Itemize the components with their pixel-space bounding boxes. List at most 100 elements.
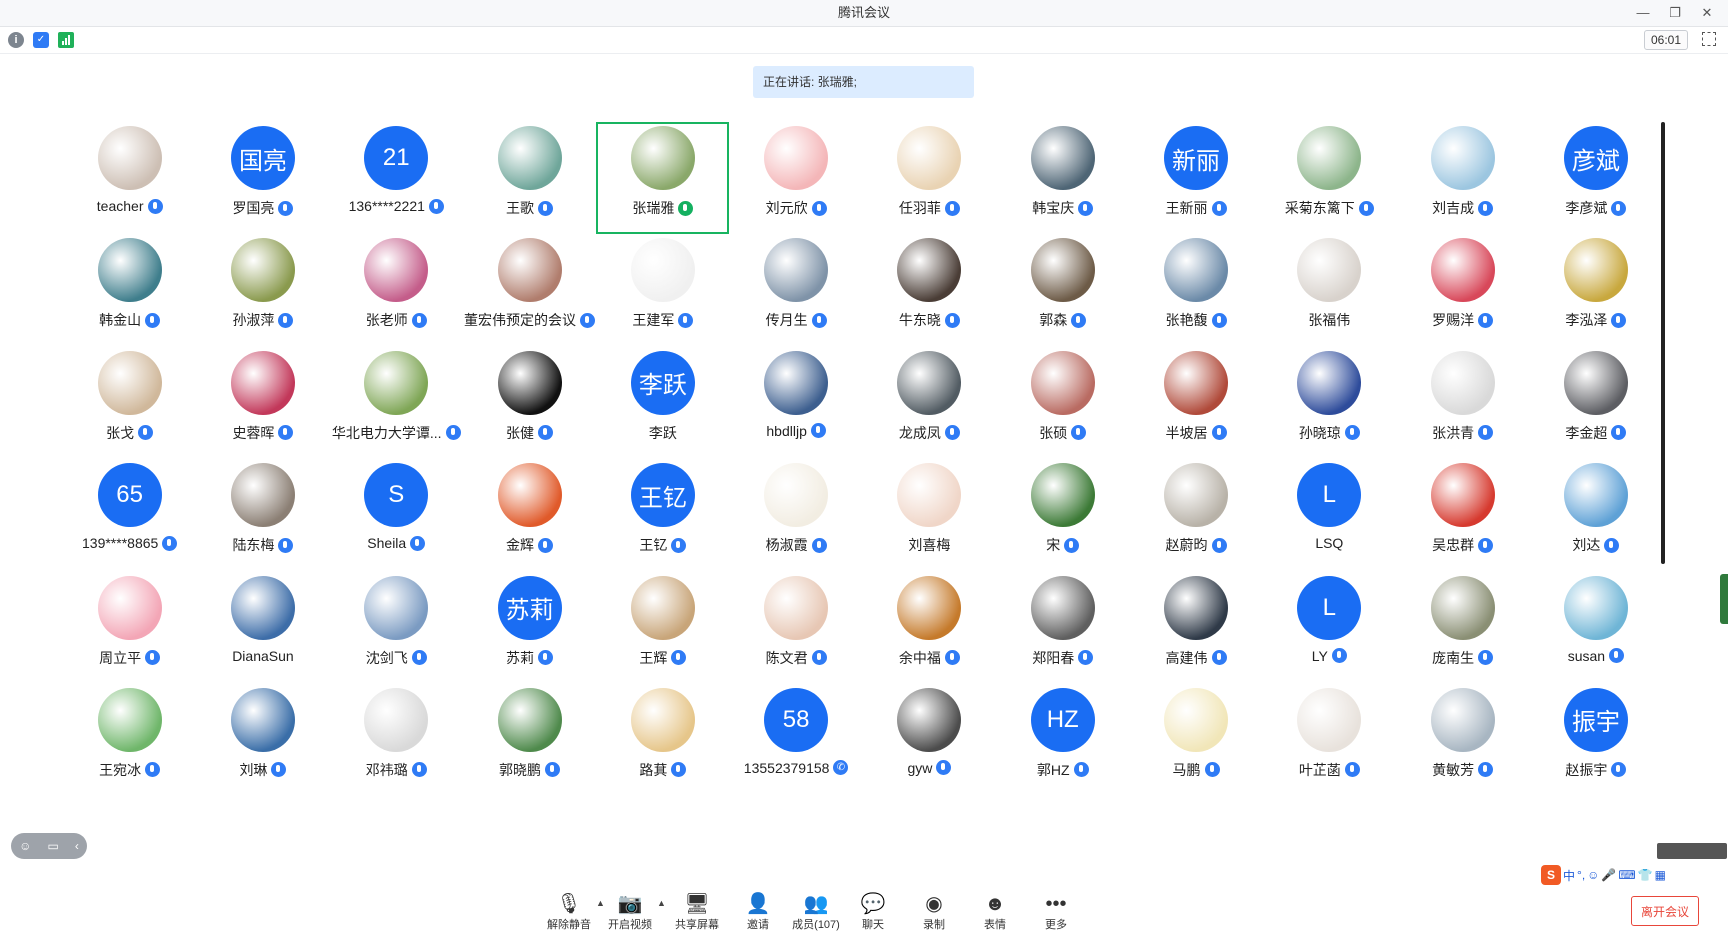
start-video-button[interactable]: 📷 开启视频 (600, 892, 660, 932)
participant-tile[interactable]: 刘琳 (196, 684, 329, 796)
participant-tile[interactable]: 刘达 (1529, 459, 1662, 571)
participant-tile[interactable]: 陈文君 (729, 572, 862, 684)
participant-tile[interactable]: 张老师 (330, 234, 463, 346)
minimize-button[interactable]: — (1630, 0, 1656, 26)
participant-tile[interactable]: 郑阳春 (996, 572, 1129, 684)
participant-tile[interactable]: 苏莉 苏莉 (463, 572, 596, 684)
video-options-caret[interactable]: ▲ (657, 898, 666, 908)
participant-tile[interactable]: 刘吉成 (1396, 122, 1529, 234)
participant-tile[interactable]: 张福伟 (1263, 234, 1396, 346)
participant-tile[interactable]: hbdlljp (729, 347, 862, 459)
smiley-icon[interactable]: ☺ (1587, 868, 1599, 882)
participant-tile[interactable]: 振宇 赵振宇 (1529, 684, 1662, 796)
participant-tile[interactable]: 董宏伟预定的会议 (463, 234, 596, 346)
ime-language[interactable]: 中 (1563, 867, 1575, 884)
participant-tile[interactable]: 沈剑飞 (330, 572, 463, 684)
participant-tile[interactable]: DianaSun (196, 572, 329, 684)
chat-icon[interactable]: ▭ (47, 839, 58, 853)
collapse-icon[interactable]: ‹ (75, 839, 79, 853)
participant-tile[interactable]: HZ 郭HZ (996, 684, 1129, 796)
more-button[interactable]: ••• 更多 (1026, 892, 1086, 932)
leave-meeting-button[interactable]: 离开会议 (1631, 896, 1699, 926)
participant-tile[interactable]: 张艳馥 (1129, 234, 1262, 346)
punctuation-icon[interactable]: °, (1577, 868, 1585, 882)
participant-tile[interactable]: L LY (1263, 572, 1396, 684)
signal-icon[interactable] (58, 32, 74, 48)
ime-status-bar[interactable] (1657, 843, 1727, 859)
participant-tile[interactable]: teacher (63, 122, 196, 234)
participant-tile[interactable]: 传月生 (729, 234, 862, 346)
participant-tile[interactable]: 金辉 (463, 459, 596, 571)
participant-tile[interactable]: 王宛冰 (63, 684, 196, 796)
participant-tile[interactable]: 任羽菲 (863, 122, 996, 234)
participant-tile[interactable]: 张瑞雅 (596, 122, 730, 235)
grid-scrollbar[interactable] (1661, 122, 1665, 564)
record-button[interactable]: ◉ 录制 (904, 892, 964, 932)
participant-tile[interactable]: 吴忠群 (1396, 459, 1529, 571)
participant-tile[interactable]: 宋 (996, 459, 1129, 571)
participant-tile[interactable]: 王钇 王钇 (596, 459, 729, 571)
participant-tile[interactable]: 庞南生 (1396, 572, 1529, 684)
participant-tile[interactable]: 半坡居 (1129, 347, 1262, 459)
info-icon[interactable]: i (8, 32, 24, 48)
participant-tile[interactable]: 王建军 (596, 234, 729, 346)
participant-tile[interactable]: 王辉 (596, 572, 729, 684)
participant-tile[interactable]: 陆东梅 (196, 459, 329, 571)
participant-tile[interactable]: 李金超 (1529, 347, 1662, 459)
close-button[interactable]: ✕ (1694, 0, 1720, 26)
participant-tile[interactable]: 罗赐洋 (1396, 234, 1529, 346)
participant-tile[interactable]: 华北电力大学谭... (330, 347, 463, 459)
participant-tile[interactable]: 韩金山 (63, 234, 196, 346)
participant-tile[interactable]: 龙成凤 (863, 347, 996, 459)
participant-tile[interactable]: 郭晓鹏 (463, 684, 596, 796)
participant-tile[interactable]: 张戈 (63, 347, 196, 459)
shield-icon[interactable]: ✓ (33, 32, 49, 48)
restore-button[interactable]: ❐ (1662, 0, 1688, 26)
participant-tile[interactable]: 马鹏 (1129, 684, 1262, 796)
participant-tile[interactable]: 张洪青 (1396, 347, 1529, 459)
participant-tile[interactable]: S Sheila (330, 459, 463, 571)
participant-tile[interactable]: susan (1529, 572, 1662, 684)
floating-controls[interactable]: ☺ ▭ ‹ (11, 833, 87, 859)
participant-tile[interactable]: gyw (863, 684, 996, 796)
participant-tile[interactable]: 刘喜梅 (863, 459, 996, 571)
keyboard-icon[interactable]: ⌨ (1618, 868, 1635, 882)
voice-icon[interactable]: 🎤 (1601, 868, 1616, 882)
participant-tile[interactable]: 郭森 (996, 234, 1129, 346)
side-panel-handle[interactable] (1720, 574, 1728, 624)
emoji-button[interactable]: ☻ 表情 (965, 892, 1025, 932)
members-button[interactable]: 👥 成员(107) (786, 892, 846, 932)
participant-tile[interactable]: 王歌 (463, 122, 596, 234)
participant-tile[interactable]: 孙淑萍 (196, 234, 329, 346)
participant-tile[interactable]: L LSQ (1263, 459, 1396, 571)
participant-tile[interactable]: 张硕 (996, 347, 1129, 459)
invite-button[interactable]: 👤 邀请 (728, 892, 788, 932)
participant-tile[interactable]: 黄敏芳 (1396, 684, 1529, 796)
participant-tile[interactable]: 叶芷菡 (1263, 684, 1396, 796)
grid-icon[interactable]: ▦ (1655, 868, 1666, 882)
participant-tile[interactable]: 余中福 (863, 572, 996, 684)
participant-tile[interactable]: 李跃 李跃 (596, 347, 729, 459)
participant-tile[interactable]: 采菊东篱下 (1263, 122, 1396, 234)
participant-tile[interactable]: 58 13552379158 ✆ (729, 684, 862, 796)
participant-tile[interactable]: 周立平 (63, 572, 196, 684)
unmute-button[interactable]: 🎙 解除静音 (539, 892, 599, 932)
participant-tile[interactable]: 国亮 罗国亮 (196, 122, 329, 234)
emoji-icon[interactable]: ☺ (19, 839, 31, 853)
participant-tile[interactable]: 21 136****2221 (330, 122, 463, 234)
participant-tile[interactable]: 张健 (463, 347, 596, 459)
share-screen-button[interactable]: 🖥 共享屏幕 (667, 892, 727, 932)
ime-toolbar[interactable]: S 中 °, ☺ 🎤 ⌨ 👕 ▦ (1541, 862, 1728, 888)
participant-tile[interactable]: 刘元欣 (729, 122, 862, 234)
fullscreen-icon[interactable] (1702, 32, 1716, 46)
participant-tile[interactable]: 牛东晓 (863, 234, 996, 346)
participant-tile[interactable]: 史蓉晖 (196, 347, 329, 459)
participant-tile[interactable]: 邓祎璐 (330, 684, 463, 796)
chat-button[interactable]: 💬 聊天 (843, 892, 903, 932)
participant-tile[interactable]: 新丽 王新丽 (1129, 122, 1262, 234)
participant-tile[interactable]: 高建伟 (1129, 572, 1262, 684)
participant-tile[interactable]: 赵蔚昀 (1129, 459, 1262, 571)
participant-tile[interactable]: 彦斌 李彦斌 (1529, 122, 1662, 234)
participant-tile[interactable]: 65 139****8865 (63, 459, 196, 571)
participant-tile[interactable]: 李泓泽 (1529, 234, 1662, 346)
